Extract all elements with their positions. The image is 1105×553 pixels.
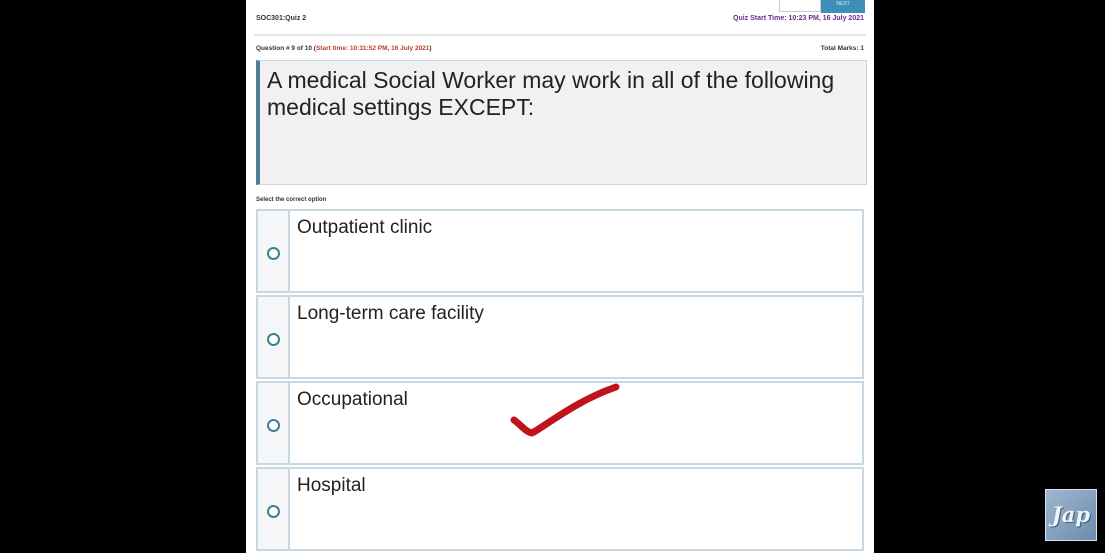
option-label: Hospital <box>297 475 366 496</box>
radio-cell <box>258 469 290 549</box>
select-option-label: Select the correct option <box>256 197 327 203</box>
question-number: Question # 9 of 10 (Start time: 10:31:52… <box>256 45 432 52</box>
question-start-time: Start time: 10:31:52 PM, 16 July 2021 <box>315 45 430 52</box>
header-divider <box>254 34 866 36</box>
total-marks: Total Marks: 1 <box>820 45 864 52</box>
radio-button[interactable] <box>267 419 280 432</box>
option-4[interactable]: Hospital <box>256 467 864 551</box>
option-2[interactable]: Long-term care facility <box>256 295 864 379</box>
course-title: SOC301:Quiz 2 <box>256 15 307 22</box>
radio-cell <box>258 383 290 463</box>
quiz-start-time: Quiz Start Time: 10:23 PM, 16 July 2021 <box>733 15 864 22</box>
option-label: Long-term care facility <box>297 303 484 324</box>
quiz-page: NEXT SOC301:Quiz 2 Quiz Start Time: 10:2… <box>246 0 874 553</box>
watermark-logo: Jap <box>1045 489 1097 541</box>
radio-cell <box>258 211 290 291</box>
top-blank-tab <box>779 0 821 12</box>
radio-button[interactable] <box>267 247 280 260</box>
option-1[interactable]: Outpatient clinic <box>256 209 864 293</box>
radio-button[interactable] <box>267 505 280 518</box>
question-text: A medical Social Worker may work in all … <box>256 60 867 185</box>
option-label: Outpatient clinic <box>297 217 433 238</box>
radio-cell <box>258 297 290 377</box>
radio-button[interactable] <box>267 333 280 346</box>
next-button[interactable]: NEXT <box>821 0 865 13</box>
option-label: Occupational <box>297 389 408 410</box>
checkmark-icon <box>510 383 620 437</box>
